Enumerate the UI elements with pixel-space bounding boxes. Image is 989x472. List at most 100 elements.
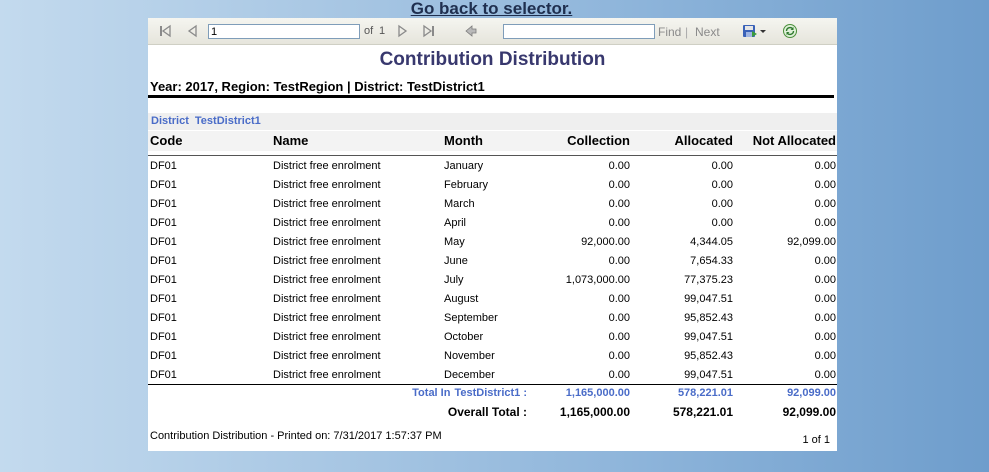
row-collection: 0.00 (608, 350, 630, 362)
row-allocated: 0.00 (711, 198, 733, 210)
next-page-icon[interactable] (394, 23, 410, 39)
row-allocated: 7,654.33 (690, 255, 733, 267)
overall-total-collection: 1,165,000.00 (559, 405, 630, 419)
district-value: TestDistrict1 (194, 115, 261, 127)
row-not-allocated: 0.00 (814, 293, 836, 305)
row-code: DF01 (150, 255, 177, 267)
previous-page-icon[interactable] (185, 23, 201, 39)
find-button[interactable]: Find (658, 25, 681, 39)
district-label: District (151, 115, 189, 127)
table-row: DF01 District free enrolment May 92,000.00 4… (148, 233, 837, 252)
row-not-allocated: 0.00 (814, 255, 836, 267)
row-month: April (444, 217, 467, 229)
row-month: December (444, 369, 495, 381)
row-month: May (444, 236, 465, 248)
of-label: of (364, 25, 374, 37)
total-divider (148, 384, 837, 385)
row-code: DF01 (150, 274, 177, 286)
row-month: January (444, 160, 484, 172)
table-row: DF01 District free enrolment November 0.00 9… (148, 347, 837, 366)
row-code: DF01 (150, 198, 177, 210)
refresh-icon[interactable] (782, 23, 798, 39)
row-month: September (444, 312, 498, 324)
row-collection: 0.00 (608, 179, 630, 191)
row-code: DF01 (150, 312, 177, 324)
row-allocated: 95,852.43 (684, 350, 733, 362)
row-name: District free enrolment (273, 274, 381, 286)
page-number-input[interactable] (208, 24, 360, 39)
row-code: DF01 (150, 236, 177, 248)
report-toolbar: of 1 Find | Next (148, 18, 837, 45)
row-allocated: 77,375.23 (684, 274, 733, 286)
overall-total-label: Overall Total : (447, 405, 527, 419)
row-collection: 0.00 (608, 198, 630, 210)
export-dropdown-icon[interactable] (759, 23, 768, 39)
row-allocated: 0.00 (711, 217, 733, 229)
column-header-name: Name (273, 133, 309, 148)
row-not-allocated: 0.00 (814, 331, 836, 343)
header-divider (148, 155, 837, 156)
row-month: June (444, 255, 468, 267)
column-header-collection: Collection (567, 133, 630, 148)
last-page-icon[interactable] (421, 23, 437, 39)
table-row: DF01 District free enrolment March 0.00 0.00… (148, 195, 837, 214)
row-month: March (444, 198, 475, 210)
table-row: DF01 District free enrolment September 0.00… (148, 309, 837, 328)
row-allocated: 0.00 (711, 160, 733, 172)
report-title: Contribution Distribution (379, 49, 606, 70)
district-total-label: Total In TestDistrict1 : (412, 387, 527, 399)
row-name: District free enrolment (273, 350, 381, 362)
column-header-allocated: Allocated (674, 133, 733, 148)
row-month: August (444, 293, 479, 305)
row-collection: 0.00 (608, 331, 630, 343)
page-indicator: 1 of 1 (802, 434, 830, 446)
row-allocated: 95,852.43 (684, 312, 733, 324)
row-collection: 0.00 (608, 160, 630, 172)
table-row: DF01 District free enrolment December 0.00 9… (148, 366, 837, 385)
row-not-allocated: 0.00 (814, 160, 836, 172)
row-allocated: 4,344.05 (690, 236, 733, 248)
column-header-band (148, 131, 837, 151)
row-not-allocated: 0.00 (814, 217, 836, 229)
find-next-button[interactable]: Next (695, 25, 720, 39)
column-header-code: Code (150, 133, 183, 148)
row-name: District free enrolment (273, 160, 381, 172)
report-footer: Contribution Distribution - Printed on: … (150, 430, 442, 442)
row-code: DF01 (150, 293, 177, 305)
first-page-icon[interactable] (157, 23, 173, 39)
row-allocated: 0.00 (711, 179, 733, 191)
row-code: DF01 (150, 160, 177, 172)
row-collection: 92,000.00 (581, 236, 630, 248)
row-code: DF01 (150, 179, 177, 191)
district-total-not-allocated: 92,099.00 (787, 387, 836, 399)
title-divider (148, 95, 834, 98)
row-month: November (444, 350, 495, 362)
row-not-allocated: 0.00 (814, 198, 836, 210)
back-to-parent-icon[interactable] (463, 23, 479, 39)
district-total-row: Total In TestDistrict1 : 1,165,000.00 578… (148, 387, 837, 403)
table-row: DF01 District free enrolment January 0.00 0.… (148, 157, 837, 176)
column-header-not-allocated: Not Allocated (752, 133, 836, 148)
row-name: District free enrolment (273, 369, 381, 381)
row-name: District free enrolment (273, 217, 381, 229)
district-total-collection: 1,165,000.00 (565, 387, 630, 399)
find-text-input[interactable] (503, 24, 655, 39)
row-not-allocated: 0.00 (814, 312, 836, 324)
table-row: DF01 District free enrolment August 0.00 99,… (148, 290, 837, 309)
total-pages: 1 (379, 25, 386, 37)
row-collection: 0.00 (608, 312, 630, 324)
table-row: DF01 District free enrolment July 1,073,000… (148, 271, 837, 290)
row-code: DF01 (150, 369, 177, 381)
row-name: District free enrolment (273, 179, 381, 191)
overall-total-row: Overall Total : 1,165,000.00 578,221.01 … (148, 405, 837, 423)
row-collection: 0.00 (608, 217, 630, 229)
row-allocated: 99,047.51 (684, 331, 733, 343)
report-subtitle: Year: 2017, Region: TestRegion | Distric… (150, 79, 485, 94)
row-month: July (444, 274, 464, 286)
export-save-icon[interactable] (742, 23, 758, 39)
row-not-allocated: 0.00 (814, 179, 836, 191)
column-header-month: Month (444, 133, 483, 148)
overall-total-allocated: 578,221.01 (672, 405, 733, 419)
back-to-selector-link[interactable]: Go back to selector. (0, 0, 983, 19)
row-name: District free enrolment (273, 312, 381, 324)
